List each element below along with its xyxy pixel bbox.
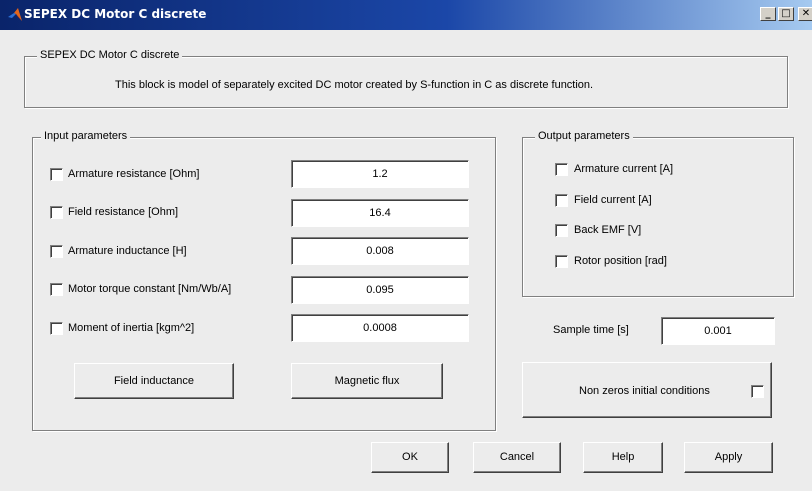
back-emf-checkbox[interactable] (555, 224, 568, 237)
close-button[interactable]: ✕ (798, 7, 812, 21)
armature-inductance-checkbox[interactable] (50, 245, 63, 258)
armature-inductance-label: Armature inductance [H] (68, 245, 187, 257)
ok-button[interactable]: OK (371, 442, 449, 473)
moment-of-inertia-label: Moment of inertia [kgm^2] (68, 322, 195, 334)
motor-torque-constant-label: Motor torque constant [Nm/Wb/A] (68, 283, 232, 295)
motor-torque-constant-checkbox[interactable] (50, 283, 63, 296)
back-emf-label: Back EMF [V] (574, 224, 642, 236)
magnetic-flux-button[interactable]: Magnetic flux (291, 363, 443, 399)
maximize-button[interactable]: □ (778, 7, 794, 21)
matlab-logo-icon (8, 8, 22, 21)
sample-time-label: Sample time [s] (553, 324, 629, 336)
input-parameters-legend: Input parameters (41, 130, 131, 142)
armature-inductance-field[interactable]: 0.008 (291, 237, 469, 265)
rotor-position-label: Rotor position [rad] (574, 255, 667, 267)
apply-button[interactable]: Apply (684, 442, 773, 473)
description-legend: SEPEX DC Motor C discrete (37, 49, 183, 61)
output-parameters-legend: Output parameters (535, 130, 633, 142)
armature-resistance-label: Armature resistance [Ohm] (68, 168, 200, 180)
field-current-label: Field current [A] (574, 194, 652, 206)
description-text: This block is model of separately excite… (115, 79, 594, 91)
field-current-checkbox[interactable] (555, 194, 568, 207)
output-parameters-group (522, 137, 794, 297)
moment-of-inertia-field[interactable]: 0.0008 (291, 314, 469, 342)
field-resistance-field[interactable]: 16.4 (291, 199, 469, 227)
rotor-position-checkbox[interactable] (555, 255, 568, 268)
initial-conditions-label: Non zeros initial conditions (579, 385, 710, 397)
field-resistance-label: Field resistance [Ohm] (68, 206, 179, 218)
sample-time-field[interactable]: 0.001 (661, 317, 775, 345)
field-inductance-button[interactable]: Field inductance (74, 363, 234, 399)
initial-conditions-checkbox[interactable] (751, 385, 764, 398)
help-button[interactable]: Help (583, 442, 663, 473)
window-title: SEPEX DC Motor C discrete (24, 7, 207, 21)
minimize-button[interactable]: _ (760, 7, 776, 21)
armature-current-checkbox[interactable] (555, 163, 568, 176)
cancel-button[interactable]: Cancel (473, 442, 561, 473)
field-resistance-checkbox[interactable] (50, 206, 63, 219)
motor-torque-constant-field[interactable]: 0.095 (291, 276, 469, 304)
armature-resistance-checkbox[interactable] (50, 168, 63, 181)
armature-current-label: Armature current [A] (574, 163, 674, 175)
armature-resistance-field[interactable]: 1.2 (291, 160, 469, 188)
title-bar[interactable]: SEPEX DC Motor C discrete _ □ ✕ (0, 0, 812, 30)
moment-of-inertia-checkbox[interactable] (50, 322, 63, 335)
